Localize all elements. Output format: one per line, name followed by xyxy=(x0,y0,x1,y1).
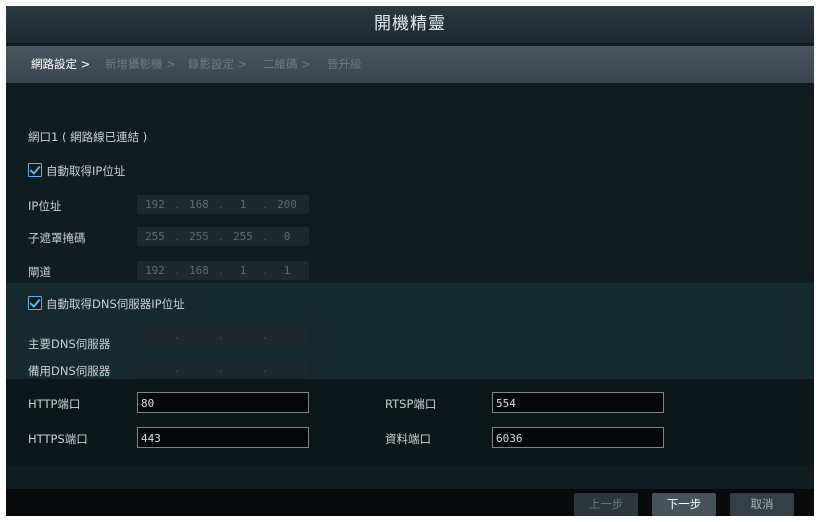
gateway-octet-1: 192 xyxy=(145,264,165,277)
step-network-settings[interactable]: 網路設定 > xyxy=(31,46,90,83)
ip-separator: . xyxy=(263,329,267,342)
auto-dns-checkbox[interactable] xyxy=(28,296,42,310)
ip-octet-2: 168 xyxy=(189,198,209,211)
wizard-steps-bar: 網路設定 > 新增攝影機 > 錄影設定 > 二維碼 > 晉升級 xyxy=(6,46,814,83)
ip-separator: . xyxy=(263,230,267,243)
http-port-label: HTTP端口 xyxy=(28,397,81,411)
secondary-dns-field[interactable]: . . . xyxy=(137,359,309,378)
primary-dns-label: 主要DNS伺服器 xyxy=(28,337,111,351)
wizard-footer: 上一步 下一步 取消 xyxy=(6,489,814,516)
next-button[interactable]: 下一步 xyxy=(652,493,716,516)
https-port-input[interactable]: 443 xyxy=(137,427,309,448)
secondary-dns-label: 備用DNS伺服器 xyxy=(28,364,111,378)
ip-separator: . xyxy=(175,198,179,211)
step-upgrade[interactable]: 晉升級 xyxy=(327,46,362,83)
ip-separator: . xyxy=(175,230,179,243)
gateway-label: 閘道 xyxy=(28,265,51,279)
ip-octet-1: 192 xyxy=(145,198,165,211)
ip-separator: . xyxy=(219,362,223,375)
ip-separator: . xyxy=(175,264,179,277)
ip-separator: . xyxy=(263,198,267,211)
gateway-octet-2: 168 xyxy=(189,264,209,277)
step-qr-code[interactable]: 二維碼 > xyxy=(263,46,311,83)
auto-ip-label: 自動取得IP位址 xyxy=(46,164,126,178)
network-settings-panel: 網口1 ( 網路線已連結 ) 自動取得IP位址 IP位址 192 . 168 .… xyxy=(6,83,814,483)
subnet-mask-label: 子遮罩掩碼 xyxy=(28,231,86,245)
previous-button[interactable]: 上一步 xyxy=(574,493,638,516)
ip-octet-4: 200 xyxy=(277,198,297,211)
data-port-label: 資料端口 xyxy=(385,432,431,446)
setup-wizard-window: 開機精靈 網路設定 > 新增攝影機 > 錄影設定 > 二維碼 > 晉升級 網口1… xyxy=(6,6,814,516)
ip-separator: . xyxy=(263,362,267,375)
ip-separator: . xyxy=(219,198,223,211)
rtsp-port-input[interactable]: 554 xyxy=(492,392,664,413)
step-record-settings[interactable]: 錄影設定 > xyxy=(188,46,247,83)
ip-address-label: IP位址 xyxy=(28,199,62,213)
ports-section xyxy=(6,379,814,465)
gateway-field[interactable]: 192 . 168 . 1 . 1 xyxy=(137,261,309,280)
auto-dns-label: 自動取得DNS伺服器IP位址 xyxy=(46,297,185,311)
data-port-input[interactable]: 6036 xyxy=(492,427,664,448)
subnet-octet-1: 255 xyxy=(145,230,165,243)
ip-address-field[interactable]: 192 . 168 . 1 . 200 xyxy=(137,195,309,214)
rtsp-port-label: RTSP端口 xyxy=(385,397,437,411)
cancel-button[interactable]: 取消 xyxy=(730,493,794,516)
gateway-octet-3: 1 xyxy=(239,264,247,277)
step-add-camera[interactable]: 新增攝影機 > xyxy=(105,46,176,83)
ip-octet-3: 1 xyxy=(239,198,247,211)
subnet-octet-4: 0 xyxy=(283,230,291,243)
https-port-label: HTTPS端口 xyxy=(28,432,88,446)
subnet-mask-field[interactable]: 255 . 255 . 255 . 0 xyxy=(137,227,309,246)
primary-dns-field[interactable]: . . . xyxy=(137,326,309,345)
ip-separator: . xyxy=(219,264,223,277)
auto-ip-checkbox[interactable] xyxy=(28,163,42,177)
subnet-octet-3: 255 xyxy=(233,230,253,243)
gateway-octet-4: 1 xyxy=(283,264,291,277)
network-port-status: 網口1 ( 網路線已連結 ) xyxy=(28,130,148,144)
http-port-input[interactable]: 80 xyxy=(137,392,309,413)
ip-separator: . xyxy=(219,329,223,342)
ip-separator: . xyxy=(175,329,179,342)
ip-separator: . xyxy=(219,230,223,243)
ip-separator: . xyxy=(175,362,179,375)
ip-separator: . xyxy=(263,264,267,277)
window-title: 開機精靈 xyxy=(6,6,814,43)
subnet-octet-2: 255 xyxy=(189,230,209,243)
